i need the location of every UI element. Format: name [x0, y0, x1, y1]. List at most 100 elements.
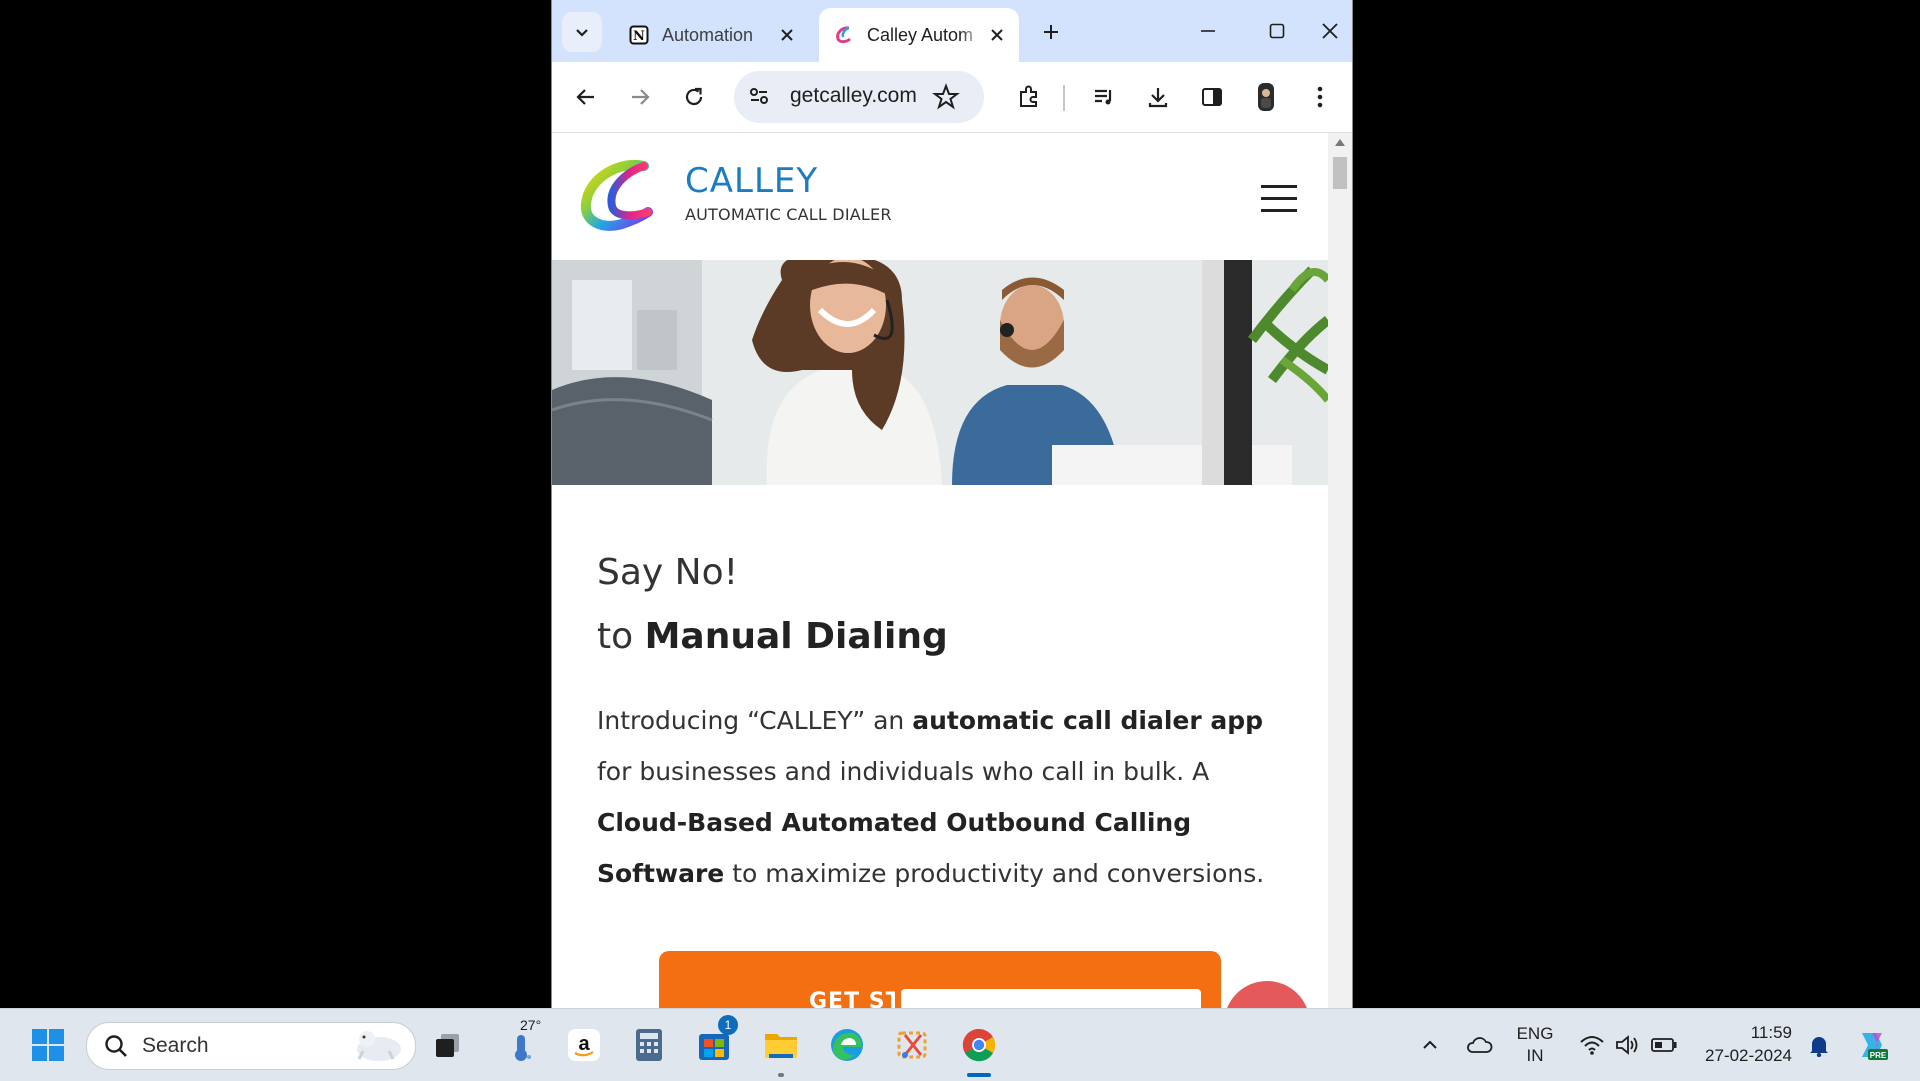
battery-button[interactable]	[1640, 1021, 1688, 1069]
edge-icon	[831, 1029, 863, 1061]
cloud-icon	[1467, 1037, 1493, 1053]
arrow-left-icon	[576, 89, 594, 105]
onedrive-button[interactable]	[1455, 1021, 1503, 1069]
url-text: getcalley.com	[790, 84, 917, 107]
reload-button[interactable]	[672, 75, 716, 119]
snipping-tool-app[interactable]	[889, 1021, 937, 1069]
intro-paragraph: Introducing “CALLEY” an automatic call d…	[597, 695, 1287, 899]
scrollbar-thumb[interactable]	[1333, 157, 1347, 189]
browser-window: N Automation Calley Autom getcalley.com …	[551, 0, 1353, 1008]
close-tab-icon[interactable]	[773, 21, 801, 49]
maximize-icon	[1269, 23, 1285, 39]
search-placeholder: Search	[142, 1034, 209, 1057]
snipping-icon	[897, 1031, 927, 1059]
tab-title: Automation	[662, 24, 754, 45]
menu-button[interactable]	[1298, 75, 1342, 119]
calculator-icon	[636, 1029, 662, 1061]
media-control-button[interactable]	[1082, 75, 1126, 119]
intro-text: for businesses and individuals who call …	[597, 757, 1210, 786]
hero-image	[552, 260, 1328, 485]
hamburger-menu-icon[interactable]	[1261, 185, 1297, 213]
active-indicator	[967, 1073, 991, 1077]
maximize-button[interactable]	[1249, 10, 1305, 52]
profile-button[interactable]	[1244, 75, 1288, 119]
folder-icon	[765, 1034, 797, 1058]
copilot-icon: PRE	[1862, 1033, 1888, 1060]
hero-content: Say No! to Manual Dialing Introducing “C…	[597, 541, 1287, 899]
search-highlight-icon	[349, 1025, 407, 1069]
downloads-button[interactable]	[1136, 75, 1180, 119]
battery-icon	[1651, 1038, 1677, 1052]
chevron-down-icon	[576, 29, 588, 37]
side-panel-button[interactable]	[1190, 75, 1234, 119]
headline-bold: Manual Dialing	[644, 616, 948, 657]
file-explorer-app[interactable]	[757, 1021, 805, 1077]
start-button[interactable]	[24, 1021, 72, 1069]
get-started-button[interactable]: GET STARTED	[659, 951, 1221, 1008]
minimize-button[interactable]	[936, 10, 992, 52]
language-indicator[interactable]: ENG IN	[1515, 1023, 1555, 1067]
headline-prefix: to	[597, 616, 645, 657]
running-indicator	[778, 1073, 784, 1077]
headline-say-no: Say No!	[597, 552, 739, 593]
edge-app[interactable]	[823, 1021, 871, 1069]
address-bar[interactable]: getcalley.com	[734, 71, 984, 123]
notifications-button[interactable]	[1795, 1021, 1843, 1069]
weather-widget[interactable]: 27°	[498, 1017, 546, 1069]
tab-search-button[interactable]	[562, 12, 602, 52]
tab-automation[interactable]: N Automation	[614, 8, 809, 62]
microsoft-store-app[interactable]: 1	[690, 1015, 738, 1069]
clock-date: 27-02-2024	[1705, 1046, 1792, 1065]
cta-input[interactable]	[901, 989, 1201, 1008]
back-button[interactable]	[564, 75, 608, 119]
amazon-icon: a	[568, 1029, 600, 1061]
svg-text:PRE: PRE	[1870, 1051, 1887, 1060]
bookmark-star-icon[interactable]	[932, 83, 960, 115]
chrome-app[interactable]	[955, 1021, 1003, 1077]
speaker-icon	[1616, 1035, 1638, 1055]
cta-label: GET STARTED	[809, 989, 895, 1008]
chrome-icon	[962, 1028, 996, 1062]
copilot-button[interactable]: PRE	[1848, 1021, 1896, 1069]
logo-name: CALLEY	[685, 161, 819, 201]
logo-tagline: AUTOMATIC CALL DIALER	[685, 205, 892, 224]
site-header: CALLEY AUTOMATIC CALL DIALER	[552, 133, 1328, 261]
clock-time: 11:59	[1750, 1023, 1792, 1042]
task-view-icon	[436, 1034, 459, 1057]
headline-manual-dialing: to Manual Dialing	[597, 605, 1287, 669]
minimize-button[interactable]	[1180, 10, 1236, 52]
clock[interactable]: 11:59 27-02-2024	[1692, 1021, 1792, 1067]
avatar	[1258, 83, 1274, 111]
close-window-button[interactable]	[1302, 10, 1352, 52]
plus-icon	[1044, 25, 1058, 39]
show-hidden-icons-button[interactable]	[1406, 1021, 1454, 1069]
svg-text:a: a	[578, 1033, 590, 1055]
scroll-up-arrow-icon[interactable]	[1335, 139, 1345, 146]
calley-icon	[833, 24, 855, 46]
new-tab-button[interactable]	[1033, 14, 1069, 50]
notion-icon: N	[628, 24, 650, 46]
wifi-icon	[1580, 1036, 1604, 1055]
calculator-app[interactable]	[625, 1021, 673, 1069]
reload-icon	[685, 87, 703, 106]
task-view-button[interactable]	[424, 1021, 472, 1069]
calley-logo[interactable]	[578, 158, 658, 238]
intro-text: to maximize productivity and conversions…	[724, 859, 1265, 888]
intro-bold: automatic call dialer app	[912, 706, 1264, 735]
extensions-button[interactable]	[1007, 75, 1051, 119]
amazon-app[interactable]: a	[560, 1021, 608, 1069]
forward-button[interactable]	[618, 75, 662, 119]
scrollbar[interactable]	[1328, 133, 1352, 1008]
site-info-icon[interactable]	[746, 83, 772, 113]
search-icon	[103, 1033, 129, 1063]
download-icon	[1148, 88, 1168, 108]
language-code: ENG	[1516, 1024, 1554, 1043]
windows-icon	[32, 1029, 64, 1061]
queue-music-icon	[1095, 89, 1112, 105]
taskbar: Search 27° a 1 ENG IN 11:59 27-02-2024 P…	[0, 1008, 1920, 1081]
chat-widget-button[interactable]	[1224, 981, 1310, 1008]
minimize-icon	[1201, 30, 1215, 32]
intro-text: Introducing “CALLEY” an	[597, 706, 913, 735]
bell-icon	[1810, 1037, 1828, 1057]
taskbar-search[interactable]: Search	[86, 1022, 416, 1070]
